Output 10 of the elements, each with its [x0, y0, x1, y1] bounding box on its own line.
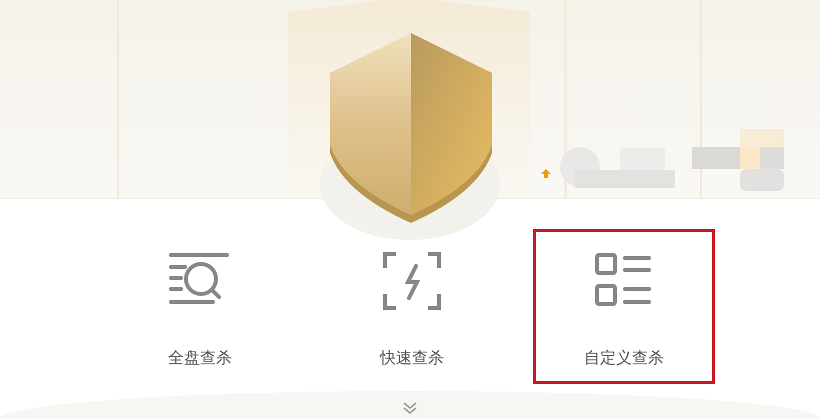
scan-option[interactable]: 快速查杀 [321, 229, 503, 384]
shield-icon [328, 33, 494, 223]
option-label: 全盘查杀 [168, 348, 232, 369]
upload-icon [540, 168, 552, 180]
option-label: 快速查杀 [380, 348, 444, 369]
lightning-icon [381, 252, 443, 310]
double-chevron-icon[interactable] [402, 401, 418, 415]
scan-option[interactable]: 自定义查杀 [533, 229, 715, 384]
option-label: 自定义查杀 [584, 348, 664, 369]
scan-option[interactable]: 全盘查杀 [109, 229, 291, 384]
